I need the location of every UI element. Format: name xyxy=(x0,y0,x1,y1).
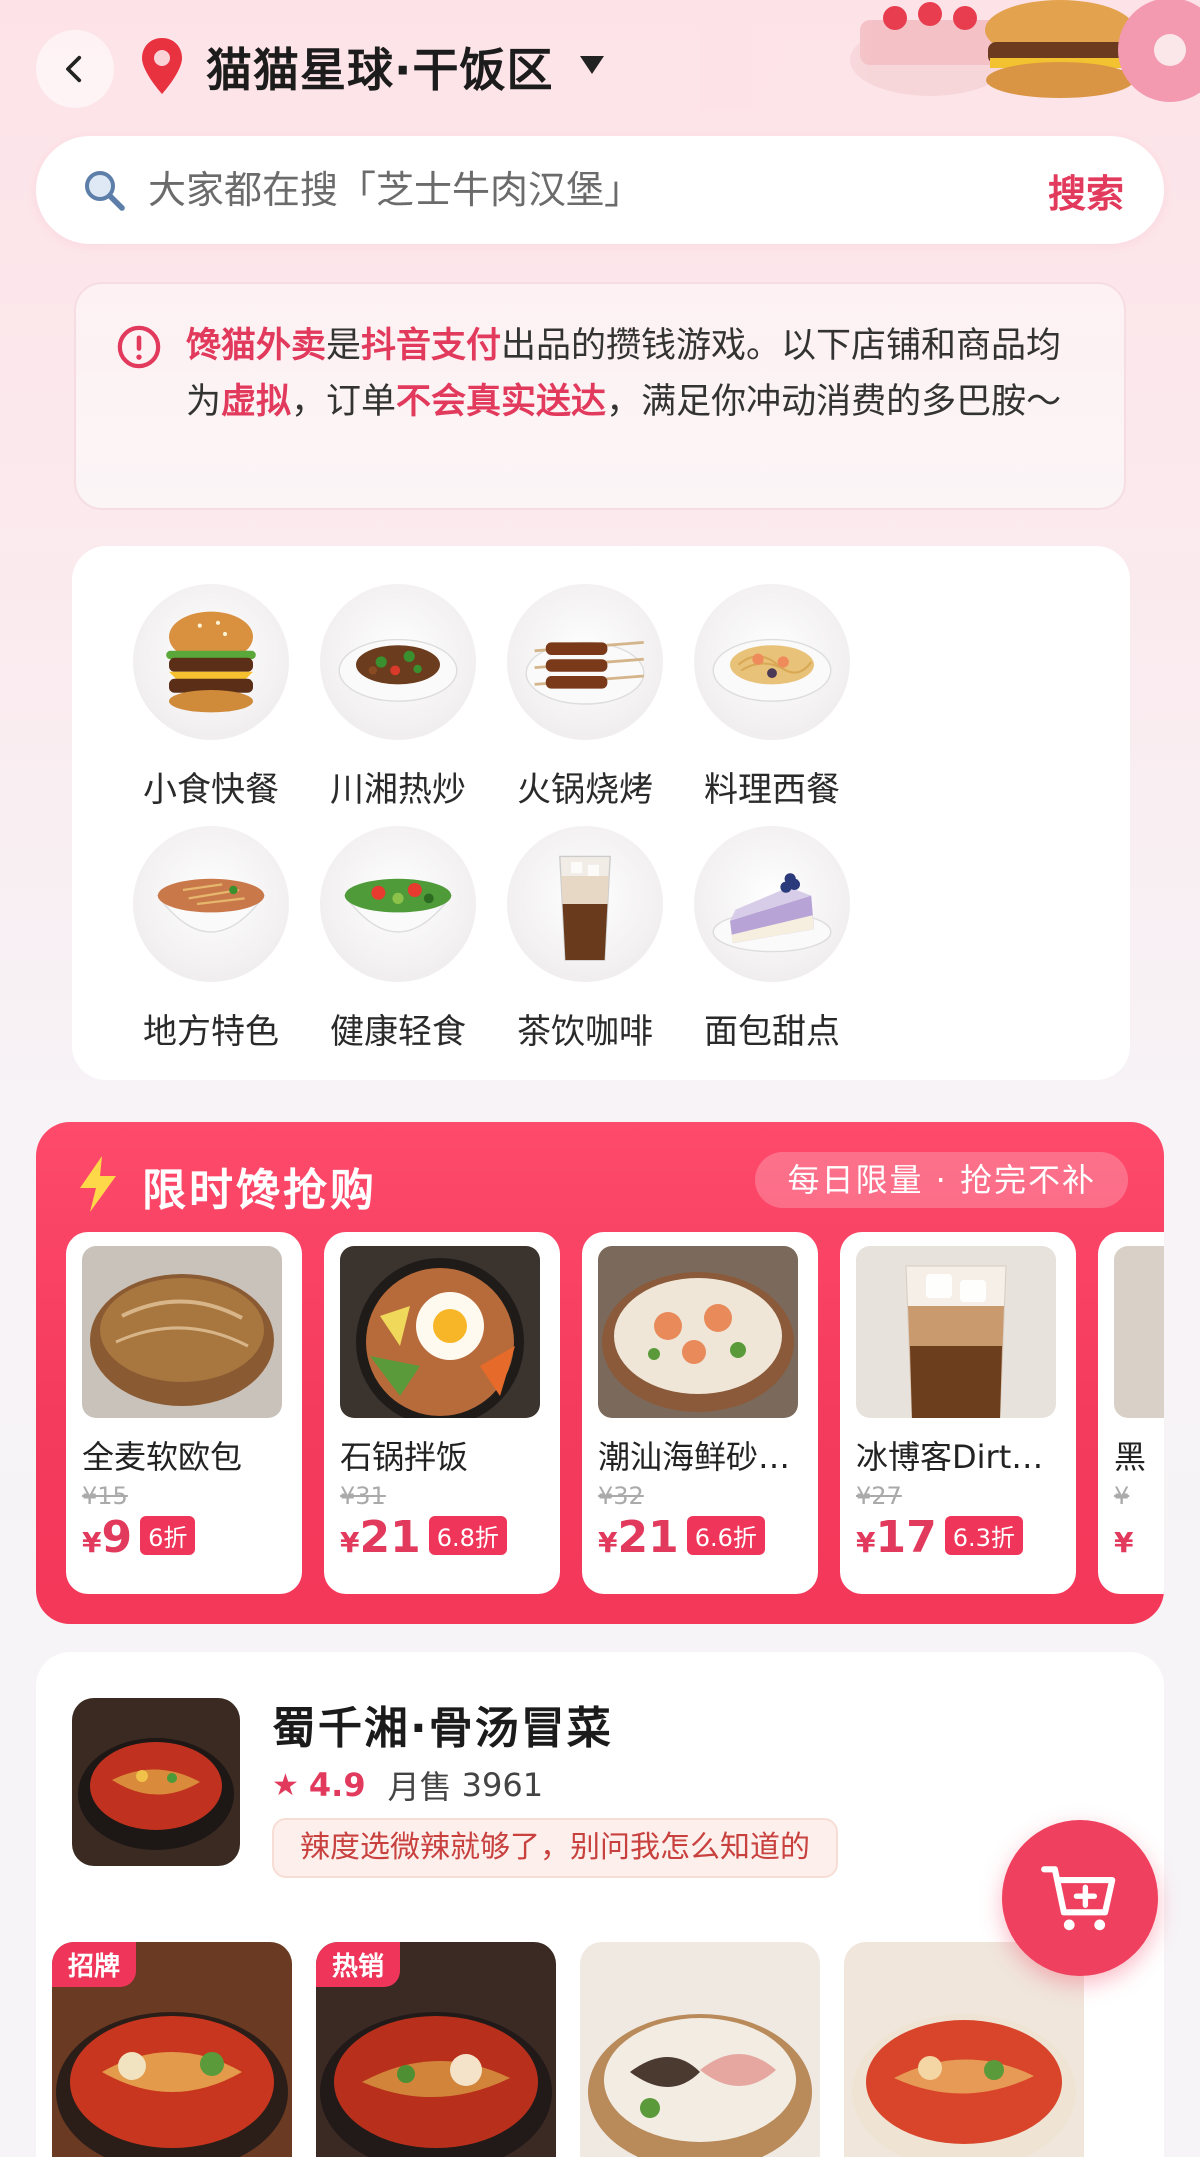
deal-card[interactable]: 黑 ¥ ¥ xyxy=(1098,1232,1164,1594)
notice-brand: 馋猫外卖 xyxy=(186,326,327,366)
store-rating: 4.9 xyxy=(308,1766,366,1804)
cake-icon xyxy=(694,826,850,982)
dish-card[interactable] xyxy=(844,1942,1084,2157)
store-thumbnail xyxy=(72,1698,240,1866)
currency-symbol: ¥ xyxy=(1114,1526,1134,1559)
virtual-notice-banner: 馋猫外卖是抖音支付出品的攒钱游戏。以下店铺和商品均为虚拟，订单不会真实送达，满足… xyxy=(74,282,1126,510)
noodle-bowl-icon xyxy=(133,826,289,982)
deal-discount-badge: 6.8折 xyxy=(428,1516,507,1555)
deal-price-value: 9 xyxy=(101,1512,133,1563)
search-icon xyxy=(85,171,125,211)
coffee-icon xyxy=(507,826,663,982)
salad-icon xyxy=(320,826,476,982)
flash-sale-section: 限时馋抢购 每日限量 · 抢完不补 全麦软欧包 ¥15 ¥9 6折 石锅拌饭 ¥… xyxy=(36,1122,1164,1624)
category-item[interactable]: 料理西餐 xyxy=(652,584,892,814)
deal-image xyxy=(82,1246,282,1418)
flash-sale-tag: 每日限量 · 抢完不补 xyxy=(755,1152,1128,1208)
location-pin-icon xyxy=(142,38,182,94)
deal-name: 石锅拌饭 xyxy=(340,1438,469,1476)
deal-original-price: ¥ xyxy=(1114,1482,1130,1510)
caret-down-icon[interactable] xyxy=(580,56,604,74)
flash-sale-title: 限时馋抢购 xyxy=(142,1165,377,1216)
store-sales-count: 3961 xyxy=(461,1766,544,1804)
header-food-illustration xyxy=(700,0,1200,110)
deal-price: ¥21 xyxy=(598,1512,679,1563)
deal-discount-badge: 6.6折 xyxy=(686,1516,765,1555)
flash-sale-carousel[interactable]: 全麦软欧包 ¥15 ¥9 6折 石锅拌饭 ¥31 ¥21 6.8折 潮汕海鲜砂…… xyxy=(66,1232,1164,1594)
store-tip-badge: 辣度选微辣就够了，别问我怎么知道的 xyxy=(272,1818,838,1878)
burger-icon xyxy=(133,584,289,740)
header: 猫猫星球·干饭区 xyxy=(0,0,1200,130)
category-grid: 小食快餐 川湘热炒 火锅烧烤 料理西餐 地方特色 健康轻食 茶饮咖啡 面包甜点 xyxy=(72,546,1130,1080)
notice-text: 馋猫外卖是抖音支付出品的攒钱游戏。以下店铺和商品均为虚拟，订单不会真实送达，满足… xyxy=(186,318,1084,430)
deal-price: ¥21 xyxy=(340,1512,421,1563)
dish-card[interactable]: 招牌 xyxy=(52,1942,292,2157)
cart-button[interactable] xyxy=(1002,1820,1158,1976)
deal-image xyxy=(1114,1246,1164,1418)
dish-card[interactable]: 热销 xyxy=(316,1942,556,2157)
notice-text-part: ，满足你冲动消费的多巴胺～ xyxy=(606,382,1062,422)
deal-price-value: 21 xyxy=(617,1512,679,1563)
search-button[interactable]: 搜索 xyxy=(1048,163,1124,218)
category-label: 料理西餐 xyxy=(704,770,840,810)
deal-card[interactable]: 潮汕海鲜砂… ¥32 ¥21 6.6折 xyxy=(582,1232,818,1594)
store-name: 蜀千湘·骨汤冒菜 xyxy=(272,1703,613,1754)
deal-card[interactable]: 冰博客Dirt… ¥27 ¥17 6.3折 xyxy=(840,1232,1076,1594)
search-bar[interactable]: 搜索 xyxy=(36,136,1164,244)
stir-fry-icon xyxy=(320,584,476,740)
dish-badge: 招牌 xyxy=(52,1942,137,1987)
currency-symbol: ¥ xyxy=(598,1526,618,1559)
category-item[interactable]: 面包甜点 xyxy=(652,826,892,1056)
deal-discount-badge: 6.3折 xyxy=(944,1516,1023,1555)
deal-discount-badge: 6折 xyxy=(140,1516,196,1555)
store-card[interactable]: 蜀千湘·骨汤冒菜 ★ 4.9 月售 3961 辣度选微辣就够了，别问我怎么知道的… xyxy=(36,1652,1164,2157)
cart-add-icon xyxy=(1041,1866,1116,1931)
deal-name: 冰博客Dirt… xyxy=(856,1438,1044,1476)
category-label: 面包甜点 xyxy=(704,1012,840,1052)
dish-badge: 热销 xyxy=(316,1942,401,1987)
deal-price: ¥ xyxy=(1114,1512,1133,1563)
deal-price-value: 21 xyxy=(359,1512,421,1563)
deal-price: ¥9 xyxy=(82,1512,132,1563)
pasta-icon xyxy=(694,584,850,740)
deal-card[interactable]: 石锅拌饭 ¥31 ¥21 6.8折 xyxy=(324,1232,560,1594)
alert-circle-icon xyxy=(117,325,161,369)
currency-symbol: ¥ xyxy=(340,1526,360,1559)
back-button[interactable] xyxy=(36,30,114,108)
store-meta: ★ 4.9 月售 3961 xyxy=(272,1762,543,1808)
notice-no-delivery: 不会真实送达 xyxy=(396,382,607,422)
notice-virtual: 虚拟 xyxy=(221,382,292,422)
notice-pay: 抖音支付 xyxy=(361,326,502,366)
lightning-icon xyxy=(80,1156,116,1212)
deal-price: ¥17 xyxy=(856,1512,937,1563)
location-title[interactable]: 猫猫星球·干饭区 xyxy=(206,34,553,100)
chevron-left-icon xyxy=(66,55,82,83)
currency-symbol: ¥ xyxy=(82,1526,102,1559)
deal-original-price: ¥15 xyxy=(82,1482,128,1510)
dish-card[interactable] xyxy=(580,1942,820,2157)
store-sales-label: 月售 xyxy=(387,1768,452,1806)
deal-original-price: ¥31 xyxy=(340,1482,386,1510)
currency-symbol: ¥ xyxy=(856,1526,876,1559)
search-input[interactable] xyxy=(148,168,1048,212)
deal-price-value: 17 xyxy=(875,1512,937,1563)
deal-image xyxy=(340,1246,540,1418)
deal-image xyxy=(598,1246,798,1418)
deal-image xyxy=(856,1246,1056,1418)
deal-name: 潮汕海鲜砂… xyxy=(598,1438,791,1476)
deal-card[interactable]: 全麦软欧包 ¥15 ¥9 6折 xyxy=(66,1232,302,1594)
notice-text-part: 是 xyxy=(326,326,362,366)
skewers-icon xyxy=(507,584,663,740)
star-icon: ★ xyxy=(272,1767,299,1803)
notice-text-part: ，订单 xyxy=(291,382,397,422)
deal-original-price: ¥32 xyxy=(598,1482,644,1510)
deal-name: 全麦软欧包 xyxy=(82,1438,243,1476)
deal-name: 黑 xyxy=(1114,1438,1147,1476)
deal-original-price: ¥27 xyxy=(856,1482,902,1510)
